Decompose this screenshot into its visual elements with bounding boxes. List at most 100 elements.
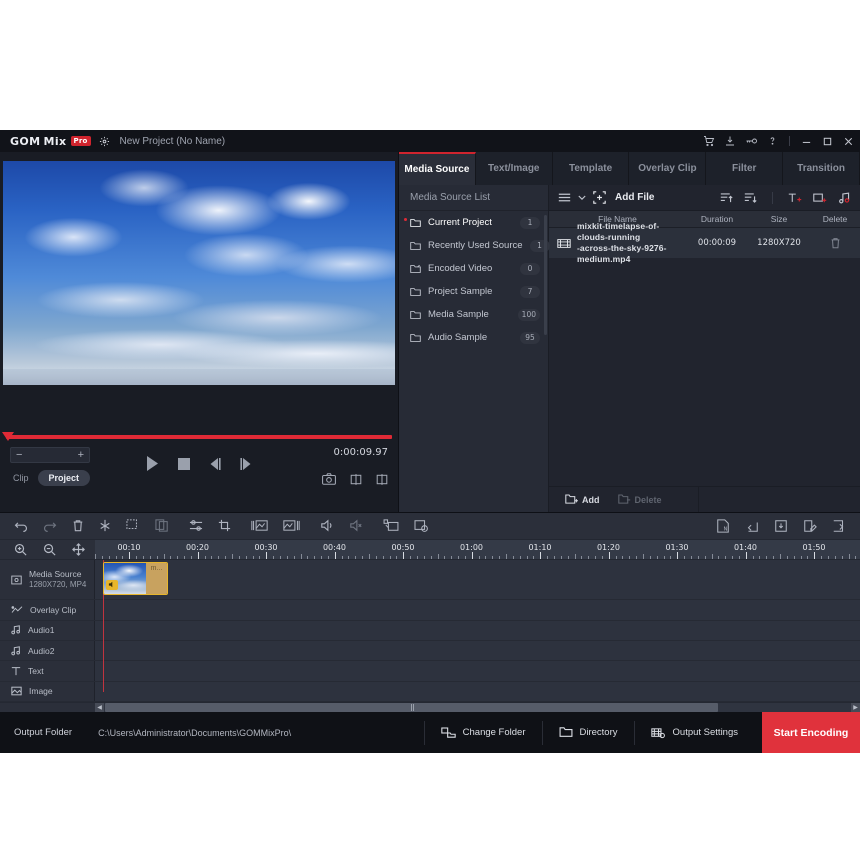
duplicate-icon[interactable] xyxy=(155,519,169,532)
crop-icon[interactable] xyxy=(218,519,231,532)
undo-icon[interactable] xyxy=(14,520,28,532)
track-text[interactable]: Text xyxy=(0,661,860,682)
track-lane[interactable] xyxy=(95,640,860,661)
track-header[interactable]: Audio1 xyxy=(0,620,95,640)
minimize-icon[interactable] xyxy=(801,136,812,147)
trash-icon[interactable] xyxy=(810,237,860,249)
tab-template[interactable]: Template xyxy=(552,152,630,185)
ruler-track[interactable]: 00:10 00:20 00:30 00:40 00:50 01:00 01:10 01:20… xyxy=(95,539,860,559)
track-lane[interactable] xyxy=(95,681,860,701)
sidebar-item-media-sample[interactable]: Media Sample 100 xyxy=(399,303,548,326)
start-encoding-button[interactable]: Start Encoding xyxy=(762,712,860,753)
new-project-icon[interactable]: N xyxy=(716,519,730,533)
close-icon[interactable] xyxy=(843,136,854,147)
track-lane[interactable] xyxy=(95,559,860,600)
track-header[interactable]: Media Source 1280X720, MP4 xyxy=(0,559,95,600)
list-menu-icon[interactable] xyxy=(558,192,571,203)
gear-icon[interactable] xyxy=(99,136,110,147)
add-button[interactable]: Add xyxy=(565,494,600,505)
track-header[interactable]: Image xyxy=(0,681,95,701)
sidebar-item-audio-sample[interactable]: Audio Sample 95 xyxy=(399,326,548,349)
add-file-icon[interactable] xyxy=(593,191,606,204)
track-overlay-clip[interactable]: Overlay Clip xyxy=(0,600,860,621)
column-size[interactable]: Size xyxy=(748,214,810,224)
cart-icon[interactable] xyxy=(703,135,715,147)
split-icon[interactable] xyxy=(99,519,111,532)
track-lane[interactable] xyxy=(95,661,860,681)
speaker-icon[interactable] xyxy=(106,579,118,590)
track-header[interactable]: Text xyxy=(0,661,95,681)
open-project-icon[interactable] xyxy=(745,519,759,533)
track-image[interactable]: Image xyxy=(0,681,860,702)
sort-ascending-icon[interactable] xyxy=(720,192,733,204)
track-header[interactable]: Audio2 xyxy=(0,640,95,661)
video-preview[interactable] xyxy=(3,161,395,385)
add-file-label[interactable]: Add File xyxy=(615,192,654,203)
fit-move-icon[interactable] xyxy=(72,542,85,556)
play-icon[interactable] xyxy=(145,455,160,472)
track-lane[interactable] xyxy=(95,600,860,620)
volume-icon[interactable] xyxy=(320,519,334,532)
help-icon[interactable] xyxy=(767,135,778,147)
timeline-ruler[interactable]: 00:10 00:20 00:30 00:40 00:50 01:00 01:10 01:20… xyxy=(0,539,860,560)
scrollbar-thumb[interactable] xyxy=(105,702,718,712)
export-project-icon[interactable] xyxy=(832,519,846,533)
redo-icon[interactable] xyxy=(43,520,57,532)
track-audio1[interactable]: Audio1 xyxy=(0,620,860,641)
download-icon[interactable] xyxy=(724,135,736,147)
output-settings-button[interactable]: Output Settings xyxy=(633,720,754,745)
prev-frame-icon[interactable] xyxy=(208,457,222,471)
track-audio2[interactable]: Audio2 xyxy=(0,640,860,662)
sidebar-item-encoded-video[interactable]: Encoded Video 0 xyxy=(399,257,548,280)
snapshot-icon[interactable] xyxy=(322,473,336,486)
zoom-out-icon[interactable] xyxy=(43,543,56,556)
directory-button[interactable]: Directory xyxy=(541,720,634,745)
track-lane[interactable] xyxy=(95,620,860,640)
sort-descending-icon[interactable] xyxy=(744,192,757,204)
scroll-left-icon[interactable]: ◀ xyxy=(95,702,104,712)
track-header[interactable]: Overlay Clip xyxy=(0,600,95,620)
tab-filter[interactable]: Filter xyxy=(706,152,784,185)
preview-scrubber[interactable] xyxy=(0,432,398,441)
scrubber-handle[interactable] xyxy=(2,432,14,441)
scroll-right-icon[interactable]: ▶ xyxy=(851,702,860,712)
tab-text-image[interactable]: Text/Image xyxy=(475,152,553,185)
scrollbar-track[interactable] xyxy=(104,702,851,712)
output-folder-path[interactable]: C:\Users\Administrator\Documents\GOMMixP… xyxy=(98,728,291,738)
zoom-in-icon[interactable] xyxy=(14,543,27,556)
capture-screen-icon[interactable] xyxy=(383,519,399,532)
tab-transition[interactable]: Transition xyxy=(783,152,860,185)
capture-timer-icon[interactable] xyxy=(414,519,429,533)
stop-icon[interactable] xyxy=(177,457,191,471)
save-project-icon[interactable] xyxy=(774,519,788,533)
add-text-track-icon[interactable] xyxy=(788,192,802,204)
next-frame-icon[interactable] xyxy=(239,457,253,471)
column-duration[interactable]: Duration xyxy=(686,214,748,224)
delete-button[interactable]: Delete xyxy=(617,494,662,505)
table-row[interactable]: mixkit-timelapse-of-clouds-running -acro… xyxy=(549,221,860,264)
select-region-icon[interactable] xyxy=(126,519,140,532)
flip-vertical-icon[interactable] xyxy=(376,473,388,486)
add-image-track-icon[interactable] xyxy=(813,192,827,204)
add-audio-track-icon[interactable] xyxy=(838,191,851,204)
sidebar-item-current-project[interactable]: Current Project 1 xyxy=(399,211,548,234)
clip-mode-button[interactable]: Clip xyxy=(10,473,32,483)
timeline-scrollbar[interactable]: ◀ ▶ xyxy=(0,701,860,712)
maximize-icon[interactable] xyxy=(822,136,833,147)
flip-horizontal-icon[interactable] xyxy=(350,473,362,486)
project-mode-button[interactable]: Project xyxy=(37,470,91,486)
timeline-clip[interactable]: m... xyxy=(103,561,168,595)
mute-icon[interactable] xyxy=(349,519,363,532)
sidebar-item-recently-used-source[interactable]: Recently Used Source 1 xyxy=(399,234,550,257)
change-folder-button[interactable]: Change Folder xyxy=(423,720,542,745)
chevron-down-icon[interactable] xyxy=(578,195,586,201)
adjust-icon[interactable] xyxy=(189,519,203,532)
key-icon[interactable] xyxy=(745,135,758,147)
edit-project-icon[interactable] xyxy=(803,519,817,533)
tab-overlay-clip[interactable]: Overlay Clip xyxy=(629,152,707,185)
fade-out-icon[interactable] xyxy=(283,519,300,532)
sidebar-scrollbar[interactable] xyxy=(544,215,547,335)
scrubber-track[interactable] xyxy=(6,435,392,439)
fade-in-icon[interactable] xyxy=(251,519,268,532)
sidebar-item-project-sample[interactable]: Project Sample 7 xyxy=(399,280,548,303)
